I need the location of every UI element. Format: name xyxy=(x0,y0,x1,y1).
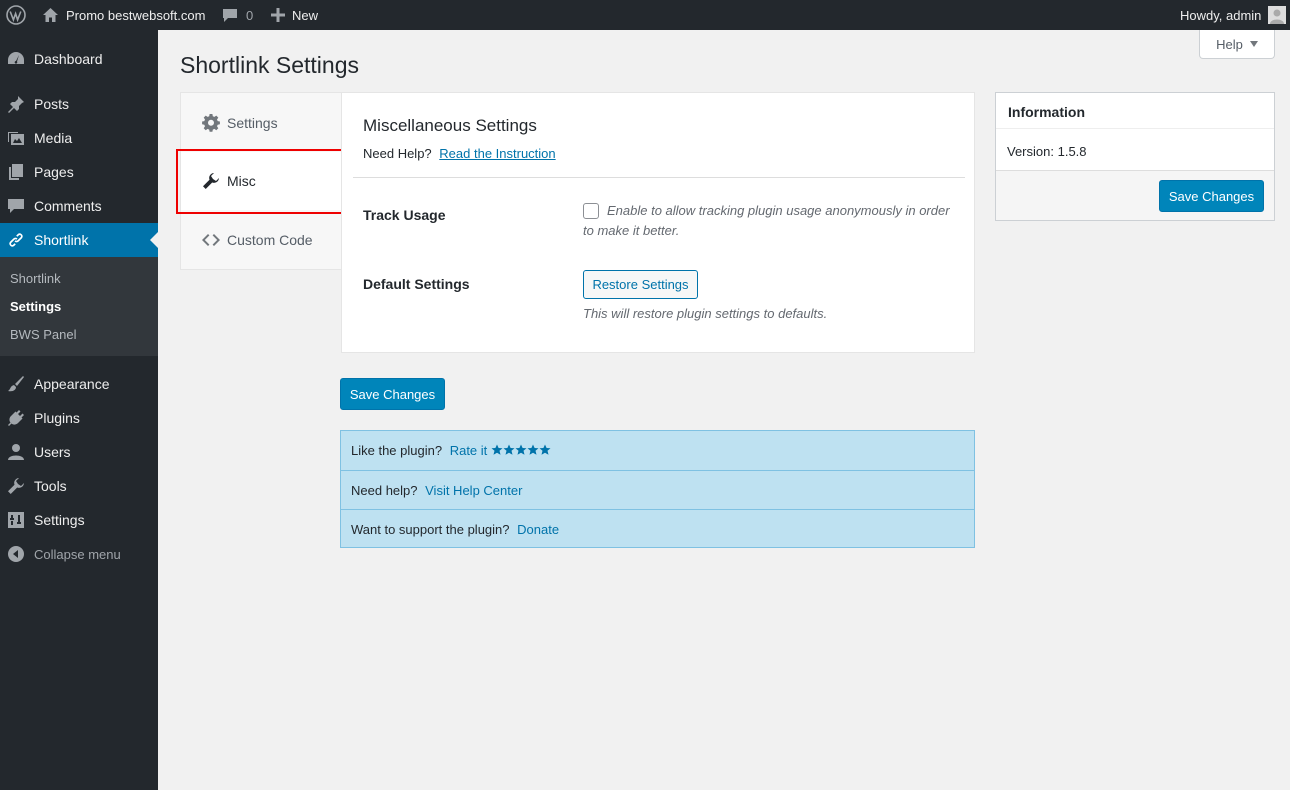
menu-item-posts[interactable]: Posts xyxy=(0,87,158,121)
comments-link[interactable]: 0 xyxy=(222,0,253,30)
track-usage-description: Enable to allow tracking plugin usage an… xyxy=(583,203,950,238)
divider xyxy=(353,177,965,178)
site-home-link[interactable]: Promo bestwebsoft.com xyxy=(42,0,205,30)
version-value: 1.5.8 xyxy=(1057,144,1087,159)
comment-icon xyxy=(222,8,238,23)
plus-icon xyxy=(271,8,285,22)
five-stars-icon xyxy=(491,444,551,456)
wordpress-logo-icon[interactable] xyxy=(6,0,26,30)
collapse-menu-button[interactable]: Collapse menu xyxy=(0,537,158,571)
tab-custom-code[interactable]: Custom Code xyxy=(181,211,342,269)
track-usage-label: Track Usage xyxy=(363,207,446,223)
support-text: Want to support the plugin? xyxy=(351,522,510,537)
code-icon xyxy=(202,231,220,249)
submenu-item-bws-panel[interactable]: BWS Panel xyxy=(10,327,76,342)
restore-description: This will restore plugin settings to def… xyxy=(583,306,828,321)
site-name: Promo bestwebsoft.com xyxy=(66,7,206,23)
current-menu-arrow xyxy=(150,232,158,248)
donate-link[interactable]: Donate xyxy=(517,522,559,537)
menu-item-plugins[interactable]: Plugins xyxy=(0,401,158,435)
avatar xyxy=(1268,6,1287,24)
information-box: Information Version: 1.5.8 Save Changes xyxy=(995,92,1275,221)
pages-icon xyxy=(7,163,25,181)
information-title: Information xyxy=(996,93,1274,129)
menu-item-dashboard[interactable]: Dashboard xyxy=(0,42,158,76)
help-text: Need help? xyxy=(351,483,418,498)
plugin-icon xyxy=(7,409,25,427)
shortlink-submenu: Shortlink Settings BWS Panel xyxy=(0,257,158,356)
misc-tab-highlight xyxy=(176,149,345,214)
caret-down-icon xyxy=(1249,41,1258,47)
rate-it-link[interactable]: Rate it xyxy=(450,443,552,458)
misc-settings-panel: Miscellaneous Settings Need Help? Read t… xyxy=(341,92,975,353)
need-help-label: Need Help? xyxy=(363,146,432,161)
home-icon xyxy=(42,7,59,23)
user-icon xyxy=(7,443,25,461)
rate-row: Like the plugin? Rate it xyxy=(341,431,974,470)
dashboard-icon xyxy=(7,50,25,68)
sliders-icon xyxy=(7,511,25,529)
information-footer: Save Changes xyxy=(996,170,1274,220)
like-text: Like the plugin? xyxy=(351,443,443,458)
read-instruction-link[interactable]: Read the Instruction xyxy=(439,146,555,161)
default-settings-label: Default Settings xyxy=(363,276,470,292)
section-title: Miscellaneous Settings xyxy=(363,116,537,135)
submenu-item-settings[interactable]: Settings xyxy=(10,299,61,314)
link-icon xyxy=(7,231,25,249)
menu-item-users[interactable]: Users xyxy=(0,435,158,469)
plugin-promo-box: Like the plugin? Rate it Need help? Visi… xyxy=(340,430,975,548)
media-icon xyxy=(7,129,25,147)
sidebar-save-changes-button[interactable]: Save Changes xyxy=(1159,180,1264,212)
collapse-icon xyxy=(7,545,25,563)
gear-icon xyxy=(202,114,220,132)
greeting: Howdy, admin xyxy=(1180,7,1262,23)
need-help-line: Need Help? Read the Instruction xyxy=(363,146,556,161)
page-title: Shortlink Settings xyxy=(180,52,359,78)
admin-sidebar: Dashboard Posts Media Pages Comments Sho… xyxy=(0,30,158,790)
save-changes-button[interactable]: Save Changes xyxy=(340,378,445,410)
help-tab-button[interactable]: Help xyxy=(1199,30,1275,59)
menu-item-pages[interactable]: Pages xyxy=(0,155,158,189)
brush-icon xyxy=(7,375,25,393)
menu-item-tools[interactable]: Tools xyxy=(0,469,158,503)
wrench-icon xyxy=(7,477,25,495)
help-row: Need help? Visit Help Center xyxy=(341,470,974,509)
pin-icon xyxy=(7,95,25,113)
support-row: Want to support the plugin? Donate xyxy=(341,509,974,548)
comment-icon xyxy=(7,197,25,215)
admin-bar: Promo bestwebsoft.com 0 New Howdy, admin xyxy=(0,0,1290,30)
new-label: New xyxy=(292,7,319,23)
version-line: Version: 1.5.8 xyxy=(1007,144,1087,159)
menu-item-media[interactable]: Media xyxy=(0,121,158,155)
new-content-link[interactable]: New xyxy=(271,0,318,30)
version-label: Version: xyxy=(1007,144,1054,159)
visit-help-center-link[interactable]: Visit Help Center xyxy=(425,483,522,498)
track-usage-checkbox[interactable] xyxy=(583,203,599,219)
menu-item-appearance[interactable]: Appearance xyxy=(0,367,158,401)
help-label: Help xyxy=(1216,36,1243,52)
menu-item-comments[interactable]: Comments xyxy=(0,189,158,223)
tab-settings[interactable]: Settings xyxy=(181,94,342,152)
rate-it-label: Rate it xyxy=(449,443,488,458)
restore-settings-button[interactable]: Restore Settings xyxy=(583,270,698,299)
comments-count: 0 xyxy=(246,7,254,23)
submenu-item-shortlink[interactable]: Shortlink xyxy=(10,271,61,286)
menu-item-shortlink[interactable]: Shortlink xyxy=(0,223,158,257)
menu-item-settings[interactable]: Settings xyxy=(0,503,158,537)
my-account-link[interactable]: Howdy, admin xyxy=(1180,0,1287,30)
